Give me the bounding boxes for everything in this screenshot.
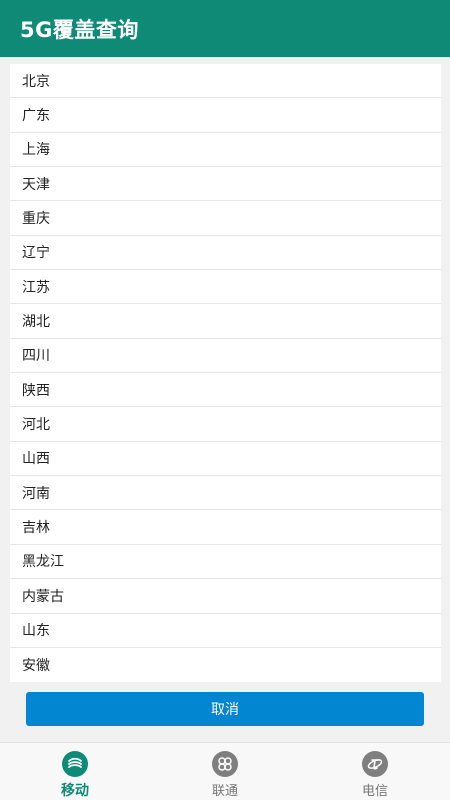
china-unicom-icon <box>212 751 238 777</box>
tab-unicom[interactable]: 联通 <box>150 743 300 800</box>
province-item[interactable]: 安徽 <box>10 648 441 682</box>
tab-mobile[interactable]: 移动 <box>0 743 150 800</box>
app-bar: 5G覆盖查询 <box>0 0 450 57</box>
province-item[interactable]: 重庆 <box>10 201 441 236</box>
province-item[interactable]: 北京 <box>10 64 441 99</box>
province-item[interactable]: 山西 <box>10 442 441 477</box>
province-item[interactable]: 湖北 <box>10 304 441 339</box>
province-item[interactable]: 陕西 <box>10 373 441 408</box>
china-telecom-icon <box>362 751 388 777</box>
province-item[interactable]: 天津 <box>10 167 441 202</box>
tab-label: 移动 <box>61 783 89 799</box>
cancel-button[interactable]: 取消 <box>26 692 424 726</box>
province-list: 北京 广东 上海 天津 重庆 辽宁 江苏 湖北 四川 陕西 河北 山西 河南 吉… <box>10 64 441 683</box>
province-item[interactable]: 内蒙古 <box>10 579 441 614</box>
province-item[interactable]: 山东 <box>10 614 441 648</box>
bottom-nav: 移动 联通 电信 <box>0 742 450 800</box>
province-item[interactable]: 广东 <box>10 98 441 133</box>
province-item[interactable]: 辽宁 <box>10 236 441 271</box>
province-item[interactable]: 吉林 <box>10 510 441 545</box>
page-title: 5G覆盖查询 <box>20 17 139 42</box>
province-item[interactable]: 黑龙江 <box>10 545 441 580</box>
province-item[interactable]: 江苏 <box>10 270 441 305</box>
province-item[interactable]: 上海 <box>10 133 441 168</box>
province-item[interactable]: 河南 <box>10 476 441 511</box>
tab-label: 联通 <box>211 784 238 799</box>
province-item[interactable]: 河北 <box>10 407 441 442</box>
tab-telecom[interactable]: 电信 <box>300 743 450 800</box>
province-item[interactable]: 四川 <box>10 339 441 374</box>
tab-label: 电信 <box>361 784 388 799</box>
china-mobile-icon <box>62 751 88 777</box>
